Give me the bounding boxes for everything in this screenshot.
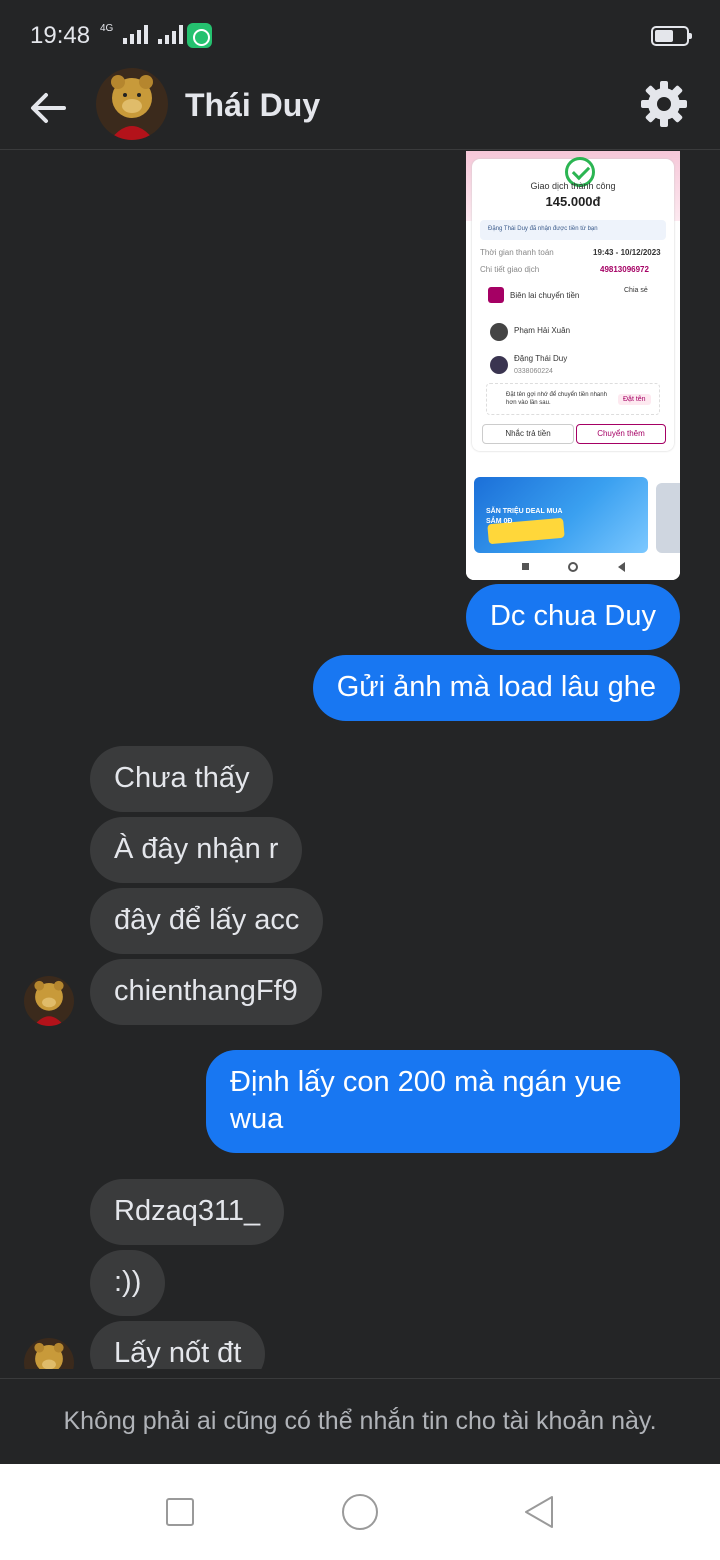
contact-avatar[interactable] <box>96 68 168 140</box>
cell-signal-2-icon <box>158 24 184 44</box>
status-time: 19:48 <box>30 22 91 49</box>
receiver-name: Đặng Thái Duy <box>514 354 568 363</box>
message-bubble-in[interactable]: Lấy nốt đt <box>90 1321 266 1369</box>
battery-icon <box>651 26 692 46</box>
screenshot-circle-icon <box>568 562 578 572</box>
receipt-detail-label: Chi tiết giao dịch <box>480 265 540 274</box>
reminder-text: Đặt tên gợi nhớ để chuyển tiền nhanh hơn… <box>506 392 607 406</box>
message-bubble-out[interactable]: Gửi ảnh mà load lâu ghe <box>312 655 680 721</box>
cell-signal-icon <box>123 24 149 44</box>
message-line: wua <box>230 1103 284 1135</box>
set-name-button: Đặt tên <box>618 394 651 405</box>
sender-name: Phạm Hải Xuân <box>514 326 571 335</box>
chat-header: Thái Duy <box>0 68 720 150</box>
contact-name[interactable]: Thái Duy <box>185 87 320 124</box>
back-triangle-icon[interactable] <box>522 1494 558 1530</box>
messaging-restricted-footer: Không phải ai cũng có thể nhắn tin cho t… <box>0 1378 720 1464</box>
sender-avatar <box>490 323 508 341</box>
home-icon[interactable] <box>342 1494 378 1530</box>
receipt-share: Chia sẻ <box>624 287 648 294</box>
message-bubble-out[interactable]: Dc chua Duy <box>465 584 680 650</box>
gear-icon[interactable] <box>638 78 690 130</box>
system-nav-bar <box>0 1464 720 1560</box>
app-notification-icon <box>187 23 212 48</box>
back-arrow-icon[interactable] <box>26 86 70 130</box>
remind-button: Nhắc trả tiền <box>482 424 574 444</box>
signal-icon: 4G <box>100 23 184 44</box>
screenshot-nav-bar <box>466 554 680 580</box>
screenshot-square-icon <box>522 563 529 570</box>
receipt-notice: Đặng Thái Duy đã nhận được tiền từ bạn <box>488 226 598 232</box>
message-bubble-in[interactable]: Rdzaq311_ <box>90 1179 285 1245</box>
contact-avatar-small[interactable] <box>24 976 74 1026</box>
restricted-notice: Không phải ai cũng có thể nhắn tin cho t… <box>63 1407 657 1435</box>
shared-screenshot-image[interactable]: Giao dịch thành công 145.000đ Đặng Thái … <box>466 151 680 580</box>
network-type: 4G <box>100 23 114 34</box>
promo-banner-text: SĂN TRIỆU DEAL MUA SẮM 0Đ <box>486 508 563 525</box>
message-bubble-in[interactable]: Chưa thấy <box>90 746 274 812</box>
message-bubble-in[interactable]: chienthangFf9 <box>90 959 322 1025</box>
receipt-time-label: Thời gian thanh toán <box>480 248 554 257</box>
message-list[interactable]: Giao dịch thành công 145.000đ Đặng Thái … <box>0 151 720 1369</box>
transfer-more-button: Chuyển thêm <box>576 424 666 444</box>
momo-logo-icon <box>488 287 504 303</box>
contact-avatar-small[interactable] <box>24 1338 74 1369</box>
receiver-phone: 0338060224 <box>514 368 553 375</box>
message-bubble-in[interactable]: À đây nhận r <box>90 817 303 883</box>
message-bubble-out[interactable]: Định lấy con 200 mà ngán yue wua <box>206 1050 680 1153</box>
promo-banner-next <box>656 483 680 553</box>
receipt-label: Biên lai chuyển tiền <box>510 291 580 300</box>
receipt-amount: 145.000đ <box>545 194 601 209</box>
receipt-detail-value: 49813096972 <box>600 265 649 274</box>
receipt-time-value: 19:43 - 10/12/2023 <box>593 248 661 257</box>
screenshot-back-icon <box>618 562 625 572</box>
status-bar: 19:48 4G <box>0 0 720 70</box>
message-bubble-in[interactable]: đây để lấy acc <box>90 888 324 954</box>
receiver-avatar <box>490 356 508 374</box>
recents-icon[interactable] <box>166 1498 194 1526</box>
promo-banner: SĂN TRIỆU DEAL MUA SẮM 0Đ <box>474 477 648 553</box>
message-bubble-in[interactable]: :)) <box>90 1250 166 1316</box>
message-line: Định lấy con 200 mà ngán yue <box>230 1066 622 1098</box>
receipt-title: Giao dịch thành công <box>530 181 616 191</box>
